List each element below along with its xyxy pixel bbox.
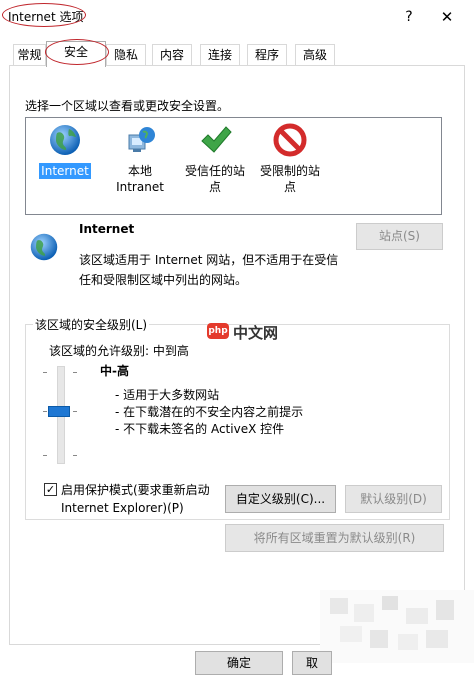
security-level-group-label: 该区域的安全级别(L) [33, 316, 150, 333]
zone-trusted-sites[interactable]: 受信任的站 点 [179, 123, 251, 195]
tab-privacy[interactable]: 隐私 [106, 44, 146, 66]
local-intranet-icon [128, 127, 155, 152]
title-annotation-ring [2, 3, 86, 27]
protected-mode-label[interactable]: 启用保护模式(要求重新启动 Internet Explorer)(P) [61, 481, 221, 517]
slider-tick [73, 455, 77, 456]
checkmark-icon [201, 126, 232, 153]
tab-content[interactable]: 内容 [152, 44, 192, 66]
tab-annotation-ring [45, 39, 109, 65]
php-watermark: php 中文网 [207, 321, 279, 343]
tab-programs[interactable]: 程序 [247, 44, 287, 66]
zone-local-intranet[interactable]: 本地 Intranet [104, 123, 176, 195]
cancel-button[interactable]: 取 [292, 651, 332, 675]
slider-tick [43, 455, 47, 456]
close-button[interactable]: ✕ [436, 6, 458, 28]
zone-internet[interactable]: Internet [29, 123, 101, 179]
help-button[interactable]: ? [398, 6, 420, 28]
level-bullet: - 不下载未签名的 ActiveX 控件 [115, 422, 285, 436]
zone-title: Internet [79, 222, 135, 236]
zone-restricted-sites-label: 受限制的站 点 [259, 164, 320, 194]
zone-description: 该区域适用于 Internet 网站，但不适用于在受信任和受限制区域中列出的网站… [79, 253, 339, 287]
slider-tick [43, 372, 47, 373]
level-name: 中-高 [100, 364, 129, 378]
slider-tick [43, 411, 47, 412]
allowed-levels-text: 该区域的允许级别: 中到高 [49, 344, 189, 358]
zone-restricted-sites[interactable]: 受限制的站 点 [254, 123, 326, 195]
custom-level-button[interactable]: 自定义级别(C)... [225, 485, 336, 513]
php-site-text: 中文网 [233, 324, 279, 342]
zone-local-intranet-label: 本地 Intranet [116, 164, 164, 194]
zone-internet-label: Internet [39, 163, 91, 179]
zone-prompt: 选择一个区域以查看或更改安全设置。 [25, 99, 230, 113]
tab-general[interactable]: 常规 [13, 44, 46, 66]
reset-all-zones-button[interactable]: 将所有区域重置为默认级别(R) [225, 524, 444, 552]
ok-button[interactable]: 确定 [195, 651, 283, 675]
sites-button[interactable]: 站点(S) [356, 223, 443, 250]
protected-mode-checkbox[interactable]: ✓ [44, 483, 57, 496]
slider-thumb[interactable] [48, 406, 70, 417]
default-level-button[interactable]: 默认级别(D) [345, 485, 442, 513]
globe-icon [50, 125, 80, 155]
mosaic-watermark [320, 590, 474, 663]
tab-connections[interactable]: 连接 [200, 44, 240, 66]
zone-trusted-sites-label: 受信任的站 点 [184, 164, 245, 194]
php-logo: php [207, 323, 229, 339]
globe-icon [30, 233, 58, 261]
no-entry-icon [273, 123, 307, 157]
level-bullet: - 适用于大多数网站 [115, 388, 220, 402]
slider-tick [73, 411, 77, 412]
slider-tick [73, 372, 77, 373]
tab-advanced[interactable]: 高级 [295, 44, 335, 66]
level-bullet: - 在下载潜在的不安全内容之前提示 [115, 405, 304, 419]
